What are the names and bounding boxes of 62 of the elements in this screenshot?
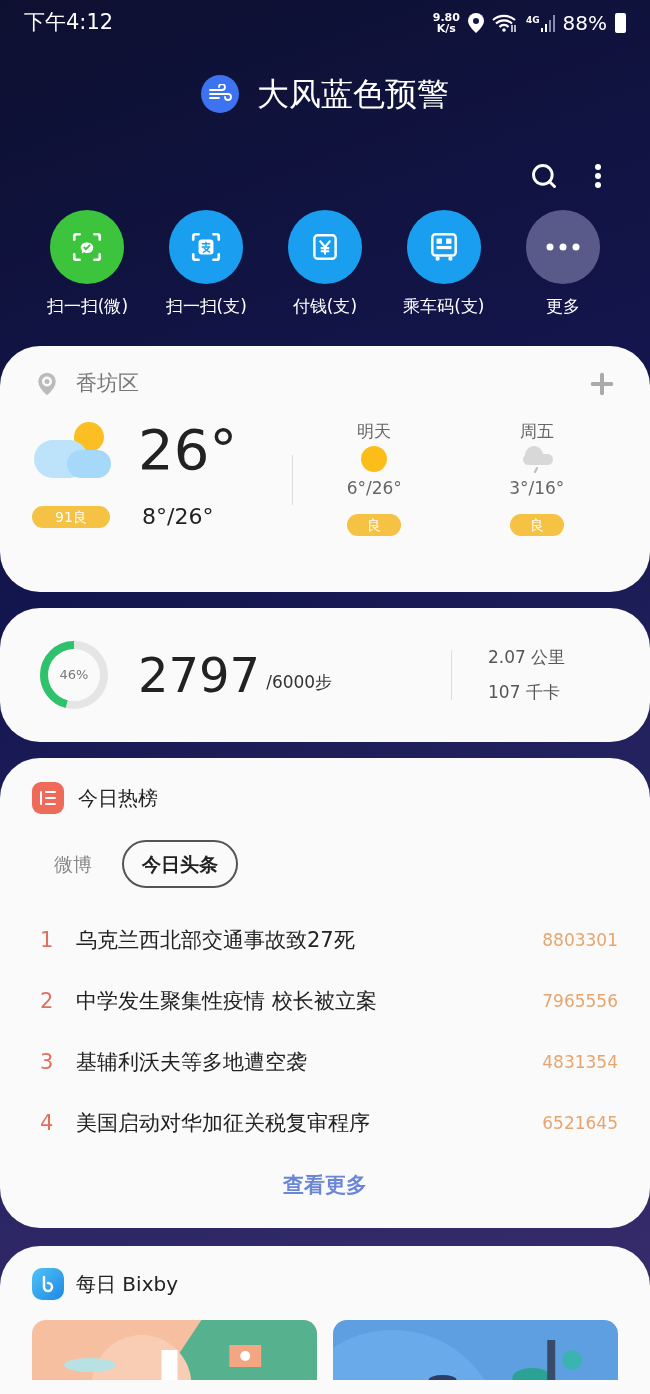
heat-count: 8803301 (542, 928, 618, 952)
menu-button[interactable] (594, 163, 602, 189)
headline-item[interactable]: 3 基辅利沃夫等多地遭空袭 4831354 (32, 1032, 618, 1093)
headline-item[interactable]: 1 乌克兰西北部交通事故致27死 8803301 (32, 910, 618, 971)
wifi-icon (491, 13, 518, 33)
forecast-range: 3°/16° (509, 477, 565, 500)
source-tab[interactable]: 今日头条 (122, 840, 238, 888)
step-goal: /6000步 (266, 671, 333, 695)
cloud-sun-icon (32, 420, 112, 480)
shortcut-button[interactable]: 扫一扫(微) (28, 210, 147, 320)
menu-icon (594, 163, 602, 189)
forecast-day: 明天 (357, 420, 392, 442)
network-speed: 9.80 (432, 12, 460, 23)
shortcut-button[interactable]: 扫一扫(支) (146, 210, 266, 320)
progress-ring (38, 639, 110, 711)
more-icon (545, 243, 580, 251)
calories: 107 千卡 (488, 681, 561, 704)
network-speed-unit: K/s (436, 23, 456, 34)
card-title: 今日热榜 (78, 785, 158, 812)
aqi-badge: 良 (509, 513, 564, 536)
temperature-range: 8°/26° (142, 503, 214, 531)
steps-percent: 46% (59, 666, 89, 685)
headline-title: 美国启动对华加征关税复审程序 (76, 1109, 370, 1137)
network-type: 4G (525, 14, 540, 27)
headline-title: 基辅利沃夫等多地遭空袭 (76, 1048, 307, 1076)
card-title: 每日 Bixby (76, 1271, 178, 1298)
alert-title[interactable]: 大风蓝色预警 (257, 70, 449, 118)
forecast-range: 6°/26° (346, 477, 402, 500)
aqi-badge: 91良 (32, 505, 110, 528)
headline-item[interactable]: 2 中学发生聚集性疫情 校长被立案 7965556 (32, 971, 618, 1032)
status-time: 下午4:12 (24, 9, 114, 37)
heat-count: 4831354 (542, 1050, 618, 1074)
search-icon (530, 162, 558, 190)
distance: 2.07 公里 (488, 645, 567, 669)
list-icon (32, 782, 64, 814)
step-count: 2797 (138, 646, 261, 705)
current-temperature: 26° (138, 422, 238, 478)
sun-icon (360, 445, 389, 473)
signal-icon (540, 14, 555, 32)
shortcut-button[interactable]: 乘车码(支) (384, 210, 504, 320)
shortcut-button[interactable]: 更多 (503, 210, 622, 320)
wind-icon (201, 75, 239, 113)
rank-number: 3 (39, 1048, 55, 1076)
heat-count: 7965556 (542, 989, 618, 1013)
bixby-icon (32, 1268, 64, 1300)
battery-percent: 88% (562, 10, 607, 37)
rank-number: 4 (39, 1109, 55, 1137)
heat-count: 6521645 (542, 1111, 618, 1135)
aqi-badge: 良 (347, 513, 402, 536)
location-name: 香坊区 (76, 370, 139, 398)
headline-title: 乌克兰西北部交通事故致27死 (76, 926, 355, 954)
rank-number: 2 (39, 987, 55, 1015)
location-icon (467, 13, 484, 33)
search-button[interactable] (530, 162, 558, 190)
weather-card[interactable]: 香坊区 26° 91良 8°/26° 明天 6°/26° 良 周五 3°/16° 良 (0, 346, 650, 592)
headline-item[interactable]: 4 美国启动对华加征关税复审程序 6521645 (32, 1093, 618, 1154)
forecast-day: 周五 (519, 420, 554, 442)
headline-title: 中学发生聚集性疫情 校长被立案 (76, 987, 377, 1015)
shortcut-button[interactable]: 付钱(支) (265, 210, 385, 320)
rank-number: 1 (39, 926, 55, 954)
battery-icon (615, 13, 626, 33)
steps-card[interactable]: 46% 2797/6000步 2.07 公里 107 千卡 (0, 608, 650, 742)
